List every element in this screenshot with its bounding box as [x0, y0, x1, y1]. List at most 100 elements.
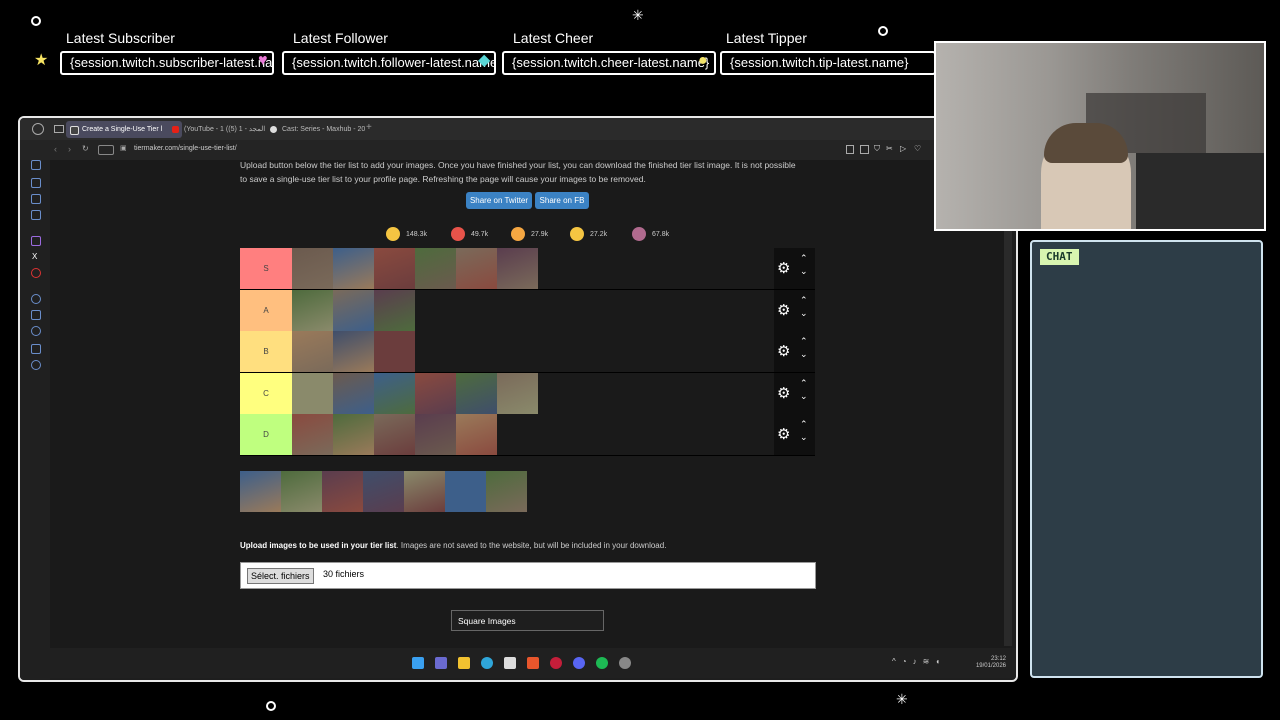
chevron-up-icon[interactable]: ⌃	[800, 418, 808, 431]
pool-image[interactable]	[281, 471, 322, 512]
pool-image[interactable]	[363, 471, 404, 512]
share-twitter-button[interactable]: Share on Twitter	[466, 192, 532, 209]
gear-icon[interactable]: ⚙	[777, 301, 790, 319]
shield-icon[interactable]: ⛉	[874, 144, 880, 154]
tier-image[interactable]	[292, 414, 333, 455]
reaction[interactable]: 27.2k	[570, 227, 607, 241]
pool-image[interactable]	[404, 471, 445, 512]
tier-image[interactable]	[292, 331, 333, 372]
reload-icon[interactable]: ↻	[82, 144, 89, 153]
reaction[interactable]: 27.9k	[511, 227, 548, 241]
sidebar-item-icon[interactable]	[31, 210, 41, 220]
page-scrollbar[interactable]	[1004, 160, 1012, 646]
gear-icon[interactable]: ⚙	[777, 259, 790, 277]
tier-image[interactable]	[456, 248, 497, 289]
tier-label[interactable]: A	[240, 289, 292, 331]
chevron-up-icon[interactable]: ⌃	[800, 294, 808, 307]
url-text[interactable]: tiermaker.com/single-use-tier-list/	[134, 145, 237, 152]
settings-app-icon[interactable]	[619, 657, 631, 669]
screenshot-icon[interactable]	[860, 145, 869, 154]
tier-image[interactable]	[415, 248, 456, 289]
tier-image[interactable]	[292, 289, 333, 331]
settings-icon[interactable]	[31, 360, 41, 370]
tier-label[interactable]: D	[240, 414, 292, 455]
tier-image[interactable]	[374, 414, 415, 455]
new-tab-icon[interactable]: +	[366, 122, 372, 133]
gear-icon[interactable]: ⚙	[777, 384, 790, 402]
edge-icon[interactable]	[481, 657, 493, 669]
file-explorer-icon[interactable]	[458, 657, 470, 669]
gear-icon[interactable]: ⚙	[777, 425, 790, 443]
tier-image[interactable]	[456, 414, 497, 455]
chevron-up-icon[interactable]: ⌃	[800, 252, 808, 265]
store-icon[interactable]	[504, 657, 516, 669]
tier-image[interactable]	[456, 372, 497, 414]
reaction[interactable]: 148.3k	[386, 227, 427, 241]
opera-icon[interactable]	[550, 657, 562, 669]
gear-icon[interactable]: ⚙	[777, 342, 790, 360]
sidebar-item-icon[interactable]	[31, 294, 41, 304]
bookmark-icon[interactable]	[846, 145, 854, 154]
tab-list-icon[interactable]	[54, 125, 64, 133]
tier-image[interactable]	[333, 414, 374, 455]
share-fb-button[interactable]: Share on FB	[535, 192, 589, 209]
tier-image[interactable]	[374, 248, 415, 289]
sidebar-item-icon[interactable]	[31, 160, 41, 170]
sidebar-item-icon[interactable]	[31, 178, 41, 188]
tier-label[interactable]: S	[240, 248, 292, 289]
twitch-icon[interactable]	[31, 236, 41, 246]
file-input[interactable]: Sélect. fichiers 30 fichiers	[240, 562, 816, 589]
forward-icon[interactable]: ›	[68, 144, 71, 154]
tier-image[interactable]	[415, 372, 456, 414]
reaction[interactable]: 49.7k	[451, 227, 488, 241]
x-twitter-icon[interactable]: X	[32, 252, 37, 261]
sidebar-item-icon[interactable]	[31, 310, 41, 320]
tier-image[interactable]	[374, 372, 415, 414]
reaction[interactable]: 67.8k	[632, 227, 669, 241]
select-files-button[interactable]: Sélect. fichiers	[247, 568, 314, 584]
windows-start-icon[interactable]	[412, 657, 424, 669]
tier-label[interactable]: C	[240, 372, 292, 414]
chevron-down-icon[interactable]: ⌄	[800, 307, 808, 320]
play-icon[interactable]: ▷	[900, 144, 906, 153]
chevron-down-icon[interactable]: ⌄	[800, 431, 808, 444]
tier-image[interactable]	[497, 372, 538, 414]
tier-image[interactable]	[415, 414, 456, 455]
pool-image[interactable]	[445, 471, 486, 512]
back-icon[interactable]: ‹	[54, 144, 57, 154]
taskbar-clock[interactable]: 23:12 19/01/2026	[976, 656, 1006, 670]
image-shape-select[interactable]: Square Images	[451, 610, 604, 631]
sidebar-item-icon[interactable]	[31, 344, 41, 354]
vpn-badge[interactable]	[98, 145, 114, 155]
extension-icon[interactable]: ✂	[886, 144, 893, 153]
tab-tiermaker[interactable]: Create a Single-Use Tier l	[66, 121, 182, 138]
tab-maxhub[interactable]: Cast: Series - Maxhub - 20	[266, 121, 382, 138]
tier-image[interactable]	[292, 248, 333, 289]
tier-image[interactable]	[497, 248, 538, 289]
tier-image[interactable]	[333, 289, 374, 331]
pool-image[interactable]	[322, 471, 363, 512]
chevron-down-icon[interactable]: ⌄	[800, 265, 808, 278]
tier-image[interactable]	[333, 372, 374, 414]
browser-menu-icon[interactable]	[32, 123, 44, 135]
tier-label[interactable]: B	[240, 331, 292, 372]
spotify-icon[interactable]	[596, 657, 608, 669]
tier-image[interactable]	[292, 372, 333, 414]
chevron-up-icon[interactable]: ⌃	[800, 335, 808, 348]
sidebar-item-icon[interactable]	[31, 194, 41, 204]
tray-icons[interactable]: ^◔♪≋◖	[892, 657, 946, 666]
tier-image[interactable]	[374, 289, 415, 331]
discord-icon[interactable]	[573, 657, 585, 669]
tier-image[interactable]	[374, 331, 415, 372]
brave-icon[interactable]	[527, 657, 539, 669]
chevron-up-icon[interactable]: ⌃	[800, 377, 808, 390]
tab-youtube[interactable]: (YouTube - 1 (المجد - 1 (5)	[168, 121, 280, 138]
sidebar-item-icon[interactable]	[31, 326, 41, 336]
teams-icon[interactable]	[435, 657, 447, 669]
pool-image[interactable]	[486, 471, 527, 512]
heart-icon[interactable]: ♡	[914, 144, 921, 153]
tier-image[interactable]	[333, 331, 374, 372]
pool-image[interactable]	[240, 471, 281, 512]
sidebar-item-icon[interactable]	[31, 268, 41, 278]
tier-image[interactable]	[333, 248, 374, 289]
